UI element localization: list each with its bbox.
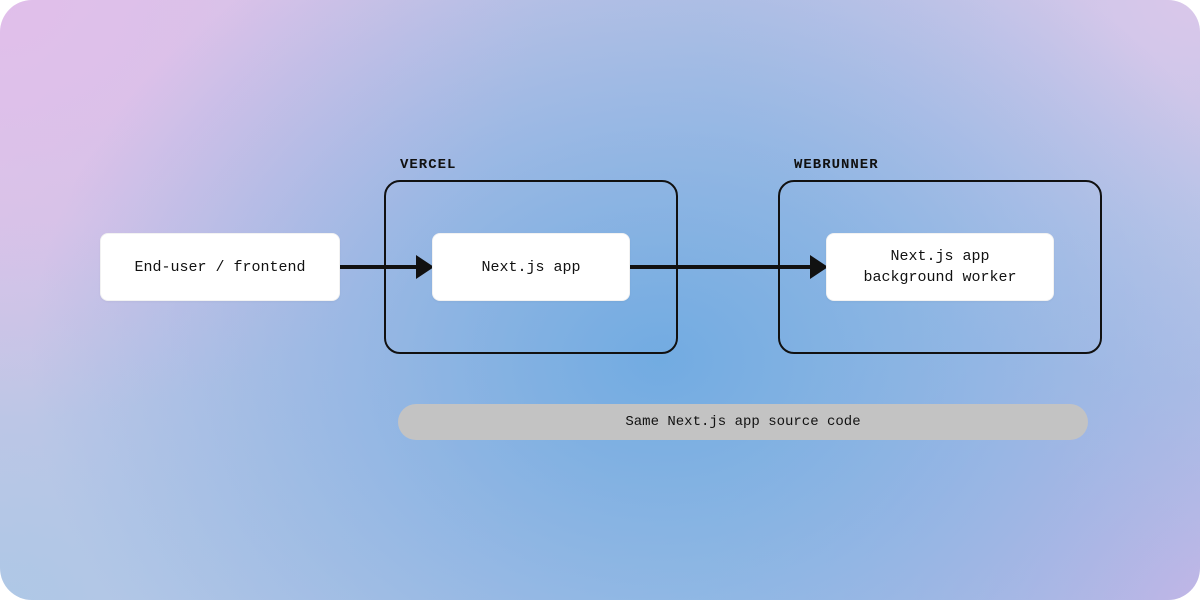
node-end-user: End-user / frontend [100,233,340,301]
node-nextjs-app-label: Next.js app [481,257,580,278]
group-vercel-label: VERCEL [400,157,456,173]
node-background-worker-label: Next.js app background worker [863,246,1016,288]
caption-pill: Same Next.js app source code [398,404,1088,440]
node-nextjs-app: Next.js app [432,233,630,301]
node-background-worker: Next.js app background worker [826,233,1054,301]
node-end-user-label: End-user / frontend [134,257,305,278]
group-webrunner-label: WEBRUNNER [794,157,879,173]
diagram-canvas: End-user / frontend VERCEL Next.js app W… [0,0,1200,600]
caption-text: Same Next.js app source code [625,414,860,430]
